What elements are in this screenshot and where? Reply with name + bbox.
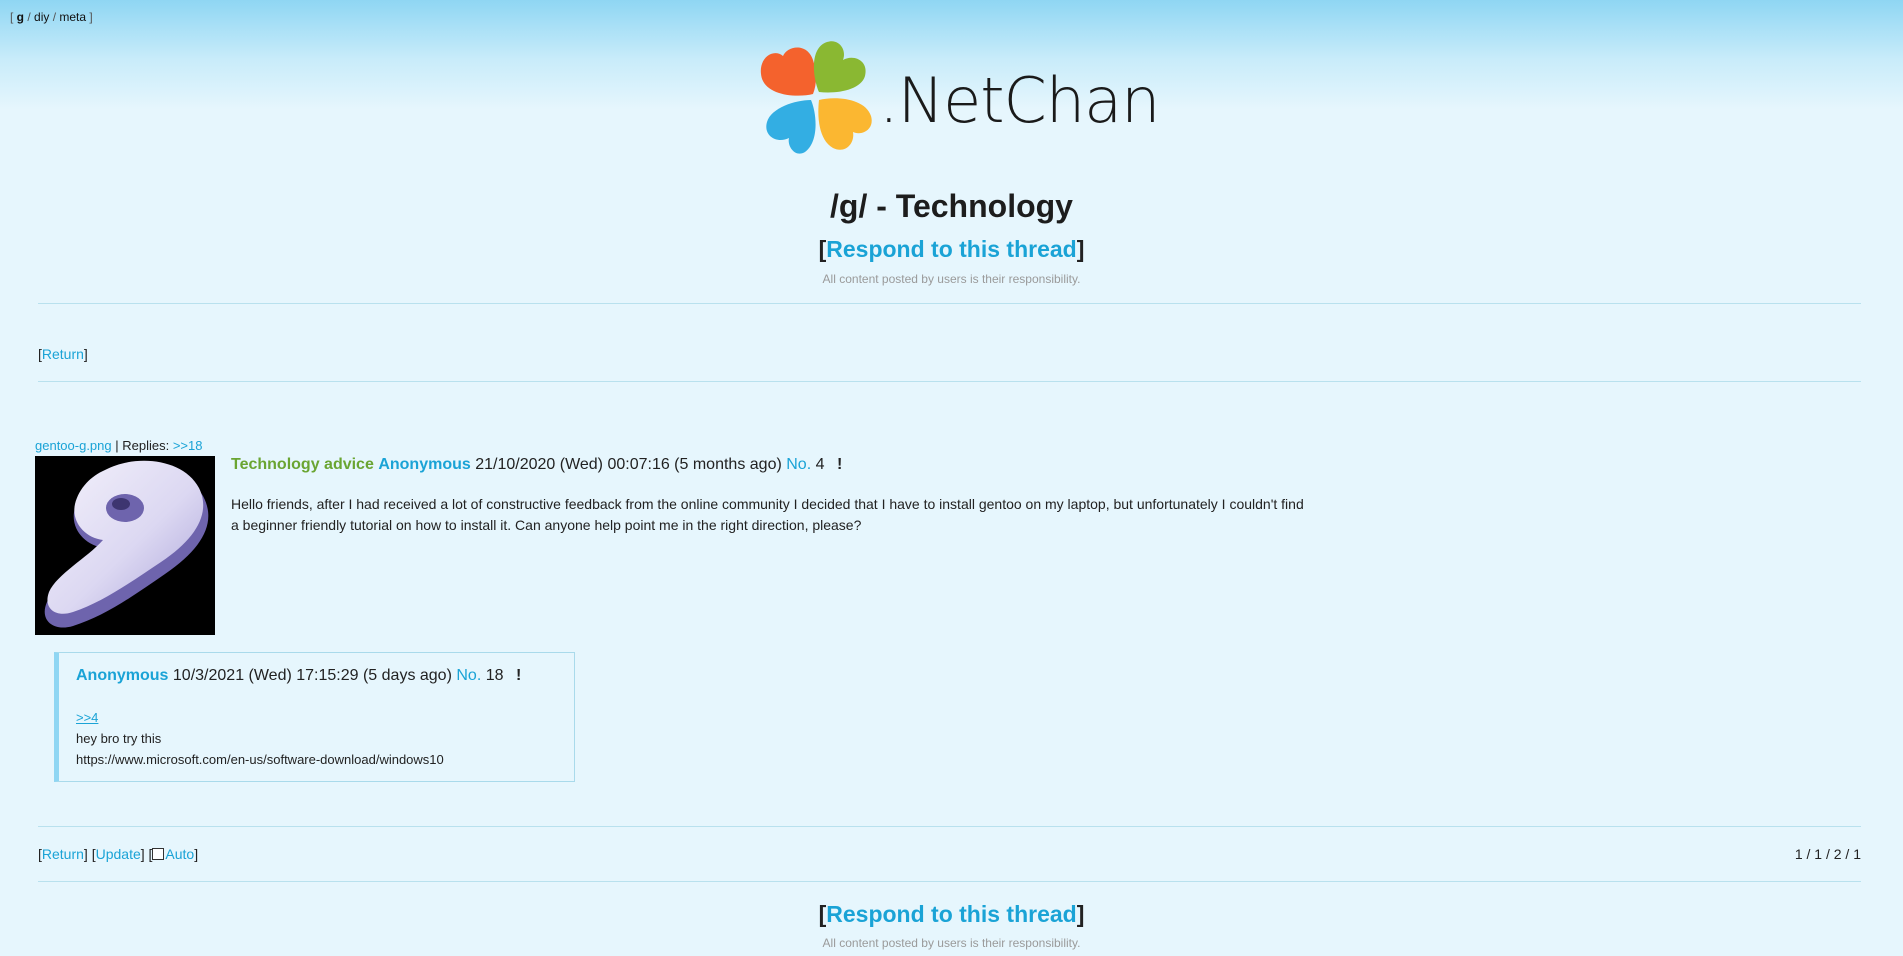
auto-update-checkbox[interactable] [152, 848, 165, 860]
op-thumbnail[interactable] [35, 456, 215, 635]
reply-post: Anonymous 10/3/2021 (Wed) 17:15:29 (5 da… [54, 652, 575, 782]
op-poster-name: Anonymous [378, 456, 471, 473]
respond-to-thread-link[interactable]: Respond to this thread [826, 236, 1076, 262]
site-logo[interactable]: .NetChan [757, 38, 1160, 158]
gentoo-logo-icon [44, 460, 209, 628]
respond-to-thread-link[interactable]: Respond to this thread [826, 901, 1076, 927]
reply-body-line: hey bro try this [76, 731, 162, 746]
divider [38, 303, 1861, 304]
op-post-body: Hello friends, after I had received a lo… [231, 494, 1331, 536]
reply-header: Anonymous 10/3/2021 (Wed) 17:15:29 (5 da… [76, 667, 521, 685]
return-link[interactable]: Return [42, 846, 84, 862]
logo-text: .NetChan [879, 64, 1160, 137]
divider [38, 881, 1861, 882]
op-date: 21/10/2020 (Wed) 00:07:16 (5 months ago) [475, 456, 782, 473]
respond-header: [Respond to this thread] [818, 236, 1085, 262]
op-subject: Technology advice [231, 456, 374, 473]
clover-logo-icon [760, 41, 872, 154]
board-link-diy[interactable]: diy [34, 10, 49, 24]
board-nav: [ g / diy / meta ] [10, 10, 93, 24]
op-body-line: a beginner friendly tutorial on how to i… [231, 517, 862, 533]
reply-poster-name: Anonymous [76, 667, 169, 684]
op-body-line: Hello friends, after I had received a lo… [231, 496, 1304, 512]
reply-date: 10/3/2021 (Wed) 17:15:29 (5 days ago) [172, 667, 452, 684]
reply-body: >>4 hey bro try this https://www.microso… [76, 707, 444, 770]
report-icon[interactable]: ! [516, 667, 521, 684]
board-link-meta[interactable]: meta [59, 10, 86, 24]
divider [38, 381, 1861, 382]
op-file-info: gentoo-g.png | Replies: >>18 [35, 438, 203, 453]
reply-post-number[interactable]: 18 [486, 667, 504, 684]
divider [38, 826, 1861, 827]
respond-footer: [Respond to this thread] [818, 901, 1085, 927]
quote-link[interactable]: >>4 [76, 710, 98, 725]
auto-update-label[interactable]: Auto [165, 846, 194, 862]
disclaimer: All content posted by users is their res… [822, 272, 1081, 286]
return-link[interactable]: Return [42, 346, 84, 362]
disclaimer: All content posted by users is their res… [822, 936, 1081, 950]
op-file-link[interactable]: gentoo-g.png [35, 438, 112, 453]
update-link[interactable]: Update [96, 846, 141, 862]
report-icon[interactable]: ! [837, 456, 842, 473]
board-title: /g/ - Technology [830, 188, 1073, 224]
reply-body-line: https://www.microsoft.com/en-us/software… [76, 752, 444, 767]
board-link-g[interactable]: g [17, 10, 24, 24]
op-reply-backlink[interactable]: >>18 [173, 438, 203, 453]
op-post-header: Technology advice Anonymous 21/10/2020 (… [231, 456, 842, 474]
bottom-thread-nav: [Return] [Update] [Auto] [38, 846, 199, 862]
replies-label: Replies: [122, 438, 170, 453]
thread-stats: 1 / 1 / 2 / 1 [1794, 846, 1861, 862]
top-thread-nav: [Return] [38, 346, 88, 362]
reply-no-link[interactable]: No. [456, 667, 481, 684]
op-no-link[interactable]: No. [786, 456, 811, 473]
op-post-number[interactable]: 4 [816, 456, 825, 473]
